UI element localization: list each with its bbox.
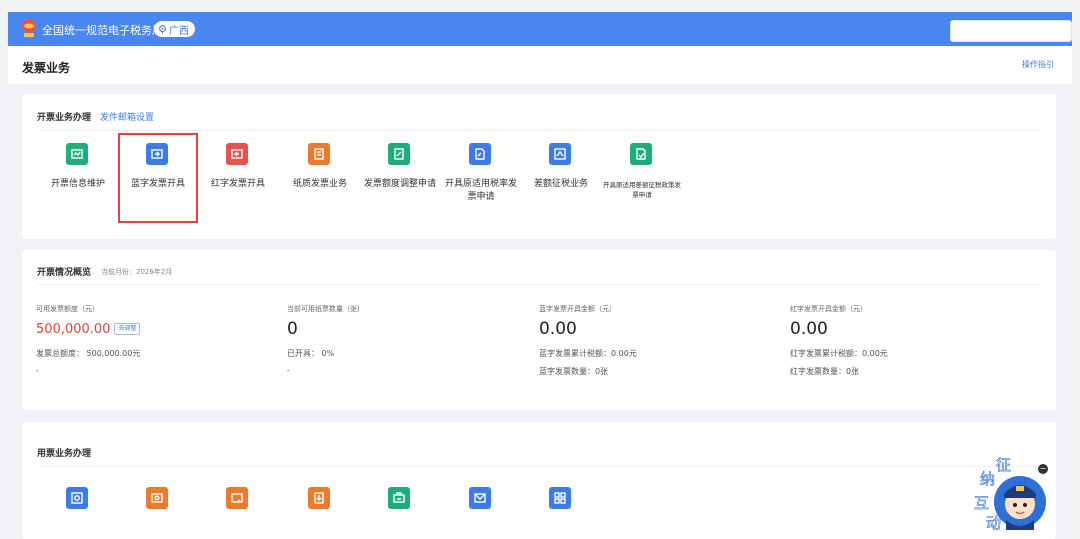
invoicing-tile-label: 开具原适用税率发票申请: [444, 179, 517, 202]
print-icon: [388, 487, 410, 509]
invoice-card-icon: [226, 487, 248, 509]
divider: [37, 284, 1041, 285]
mascot-char-1: 纳: [980, 470, 995, 488]
blue-count-line: 蓝字发票数量：0张: [539, 367, 609, 376]
mascot-char-2: 征: [996, 456, 1011, 474]
red-amount-value: 0.00: [790, 319, 828, 339]
stat-label: 当前可用纸票数量（张）: [287, 305, 364, 313]
invoice-info-icon: [66, 143, 88, 165]
red-count-line: 红字发票数量：0张: [790, 367, 860, 376]
invoicing-tile[interactable]: 红字发票开具: [198, 133, 278, 223]
invoicing-tile[interactable]: 蓝字发票开具: [118, 133, 198, 223]
usage-tile[interactable]: [198, 477, 278, 527]
invoicing-tile[interactable]: 差额征税业务: [521, 133, 601, 223]
invoicing-tile-label: 纸质发票业务: [292, 179, 347, 189]
region-selector[interactable]: 广西: [154, 21, 195, 37]
site-title: 全国统一规范电子税务局: [42, 24, 163, 37]
stat-label: 红字发票开具金额（元）: [790, 305, 867, 313]
usage-tile[interactable]: [280, 477, 360, 527]
usage-tile[interactable]: [360, 477, 440, 527]
operation-guide-link[interactable]: 操作指引: [1022, 59, 1054, 70]
invoicing-tile[interactable]: 纸质发票业务: [280, 133, 360, 223]
page-header: 发票业务 操作指引: [8, 46, 1072, 84]
page-title: 发票业务: [22, 61, 71, 75]
stat-available-quota: 可用发票额度（元） 500,000.00 去调整 发票总额度： 500,000.…: [36, 304, 276, 375]
overview-section-title: 开票情况概览: [37, 268, 92, 278]
available-quota-value: 500,000.00: [36, 321, 111, 337]
invoicing-tile[interactable]: 开具原适用差额征税政策发票申请: [602, 133, 682, 223]
location-pin-icon: [159, 24, 166, 34]
mascot-char-3: 互: [974, 494, 989, 512]
invoicing-tile[interactable]: 开票信息维护: [38, 133, 118, 223]
invoicing-tile-label: 红字发票开具: [210, 179, 265, 189]
stat-extra-line: -: [287, 366, 290, 375]
stat-red-invoice-amount: 红字发票开具金额（元） 0.00 红字发票累计税额：0.00元 红字发票数量：0…: [790, 304, 1030, 377]
usage-tile[interactable]: [521, 477, 601, 527]
mascot-char-4: 动: [986, 514, 1001, 532]
blue-invoice-icon: [146, 143, 168, 165]
emblem-logo-icon: [22, 19, 36, 37]
stat-label: 可用发票额度（元）: [36, 305, 99, 313]
difference-policy-icon: [630, 143, 652, 165]
invoicing-card: 开票业务办理 发件邮箱设置 开票信息维护 蓝字发票开具 红字发票开具 纸质发票业务 发票…: [22, 94, 1056, 239]
red-tax-line: 红字发票累计税额：0.00元: [790, 349, 888, 358]
paper-invoice-icon: [308, 143, 330, 165]
ticket-icon: [146, 487, 168, 509]
stat-value: 500,000.00 去调整: [36, 318, 276, 340]
usage-tile[interactable]: [38, 477, 118, 527]
invoicing-tile-label: 发票额度调整申请: [363, 179, 436, 189]
top-bar: 全国统一规范电子税务局 广西: [8, 12, 1072, 46]
usage-tile[interactable]: [441, 477, 521, 527]
invoice-query-icon: [66, 487, 88, 509]
blue-tax-line: 蓝字发票累计税额：0.00元: [539, 349, 637, 358]
stat-blue-invoice-amount: 蓝字发票开具金额（元） 0.00 蓝字发票累计税额：0.00元 蓝字发票数量：0…: [539, 304, 779, 377]
download-doc-icon: [308, 487, 330, 509]
difference-tax-icon: [549, 143, 571, 165]
usage-card: 用票业务办理: [22, 422, 1056, 539]
paper-count-value: 0: [287, 319, 298, 339]
quota-adjust-icon: [388, 143, 410, 165]
invoicing-tile-label: 差额征税业务: [533, 179, 588, 189]
invoicing-tile[interactable]: 发票额度调整申请: [360, 133, 440, 223]
mail-icon: [469, 487, 491, 509]
original-rate-icon: [469, 143, 491, 165]
red-invoice-icon: [226, 143, 248, 165]
invoicing-tile-label: 蓝字发票开具: [130, 179, 185, 189]
grid-apps-icon: [549, 487, 571, 509]
usage-tile[interactable]: [118, 477, 198, 527]
close-assistant-button[interactable]: −: [1038, 464, 1048, 474]
usage-section-title: 用票业务办理: [37, 449, 92, 459]
invoicing-tile-label: 开票信息维护: [50, 179, 105, 189]
current-month-label: 当前月份：2026年2月: [101, 268, 173, 276]
stat-paper-count: 当前可用纸票数量（张） 0 已开具： 0% -: [287, 304, 527, 375]
total-quota-line: 发票总额度： 500,000.00元: [36, 349, 141, 358]
divider: [37, 466, 1041, 467]
adjust-quota-button[interactable]: 去调整: [114, 323, 141, 335]
search-input[interactable]: [950, 20, 1072, 42]
invoicing-tile-label: 开具原适用差额征税政策发票申请: [603, 181, 681, 199]
invoicing-section-title: 开票业务办理: [37, 113, 92, 123]
stat-extra-line: -: [36, 366, 39, 375]
app-frame: 全国统一规范电子税务局 广西 发票业务 操作指引 开票业务办理 发件邮箱设置 开…: [8, 12, 1072, 539]
overview-card: 开票情况概览 当前月份：2026年2月 可用发票额度（元） 500,000.00…: [22, 250, 1056, 410]
issued-line: 已开具： 0%: [287, 349, 335, 358]
invoicing-tile[interactable]: 开具原适用税率发票申请: [441, 133, 521, 223]
email-settings-link[interactable]: 发件邮箱设置: [100, 110, 154, 123]
blue-amount-value: 0.00: [539, 319, 577, 339]
divider: [37, 130, 1041, 131]
region-label: 广西: [169, 25, 189, 37]
stat-label: 蓝字发票开具金额（元）: [539, 305, 616, 313]
